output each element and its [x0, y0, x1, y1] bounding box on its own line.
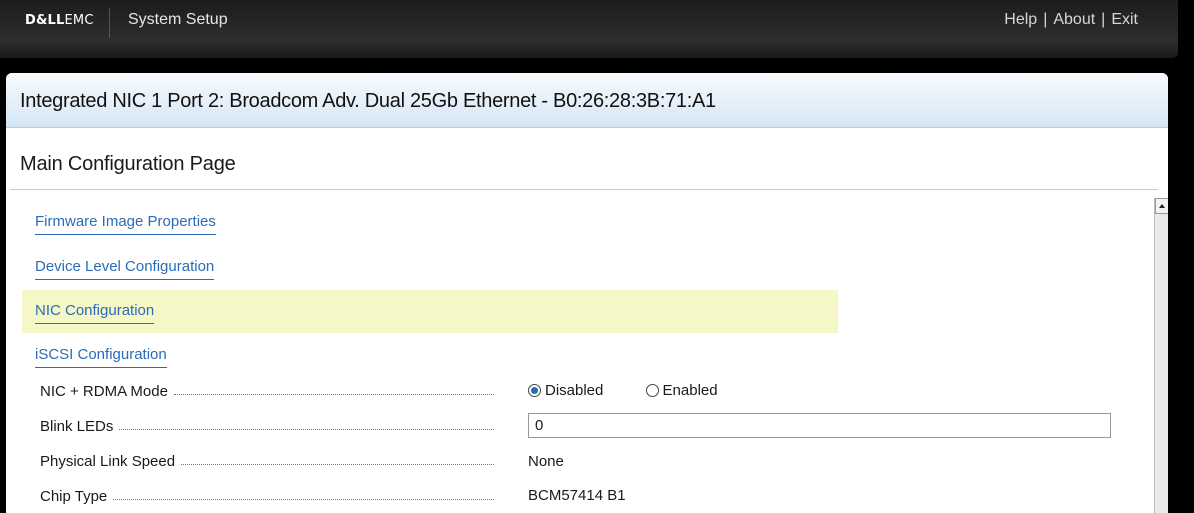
iscsi-configuration-link[interactable]: iSCSI Configuration [35, 346, 167, 368]
help-link[interactable]: Help [1004, 11, 1037, 28]
chip-type-value: BCM57414 B1 [528, 487, 626, 504]
app-title: System Setup [128, 11, 228, 28]
physical-link-speed-label-text: Physical Link Speed [40, 453, 176, 470]
top-links: Help | About | Exit [1004, 11, 1138, 29]
rdma-mode-label-text: NIC + RDMA Mode [40, 383, 168, 400]
firmware-image-properties-link[interactable]: Firmware Image Properties [35, 213, 216, 235]
rdma-enabled-radio[interactable]: Enabled [645, 382, 718, 399]
leader-dots [113, 499, 494, 500]
leader-dots [173, 394, 494, 395]
blink-leds-label-text: Blink LEDs [40, 418, 114, 435]
rdma-disabled-radio[interactable]: Disabled [528, 382, 603, 399]
about-link[interactable]: About [1053, 11, 1095, 28]
blink-leds-label: Blink LEDs [40, 417, 500, 435]
physical-link-speed-value: None [528, 453, 564, 470]
radio-selected-icon [528, 384, 541, 397]
logo-emc: EMC [64, 13, 94, 28]
dell-emc-logo: D&LLEMC [25, 13, 94, 28]
radio-unselected-icon [645, 384, 659, 397]
rdma-mode-radio-group: Disabled Enabled [528, 382, 756, 401]
exit-link[interactable]: Exit [1111, 11, 1138, 28]
rdma-disabled-label: Disabled [545, 382, 604, 399]
device-level-configuration-link[interactable]: Device Level Configuration [35, 258, 215, 280]
leader-dots [181, 464, 494, 465]
rdma-enabled-label: Enabled [662, 382, 718, 399]
brand-divider [109, 8, 110, 38]
leader-dots [119, 429, 494, 430]
scrollbar-track[interactable] [1155, 214, 1168, 513]
nic-title: Integrated NIC 1 Port 2: Broadcom Adv. D… [20, 90, 716, 112]
rdma-mode-label: NIC + RDMA Mode [40, 382, 500, 400]
blink-leds-input[interactable] [528, 413, 1111, 438]
scroll-up-arrow-icon[interactable] [1155, 198, 1168, 214]
chip-type-label: Chip Type [40, 487, 500, 505]
link-separator: | [1101, 11, 1106, 28]
main-panel: Integrated NIC 1 Port 2: Broadcom Adv. D… [6, 73, 1168, 513]
physical-link-speed-label: Physical Link Speed [40, 452, 500, 470]
vertical-scrollbar[interactable] [1154, 198, 1168, 513]
page-title: Main Configuration Page [20, 153, 236, 175]
link-separator: | [1043, 11, 1048, 28]
logo-dell: D&LL [25, 13, 65, 28]
chip-type-label-text: Chip Type [40, 488, 108, 505]
title-divider [10, 189, 1158, 190]
nic-configuration-link[interactable]: NIC Configuration [35, 302, 155, 324]
top-bar: D&LLEMC System Setup Help | About | Exit [0, 0, 1178, 58]
